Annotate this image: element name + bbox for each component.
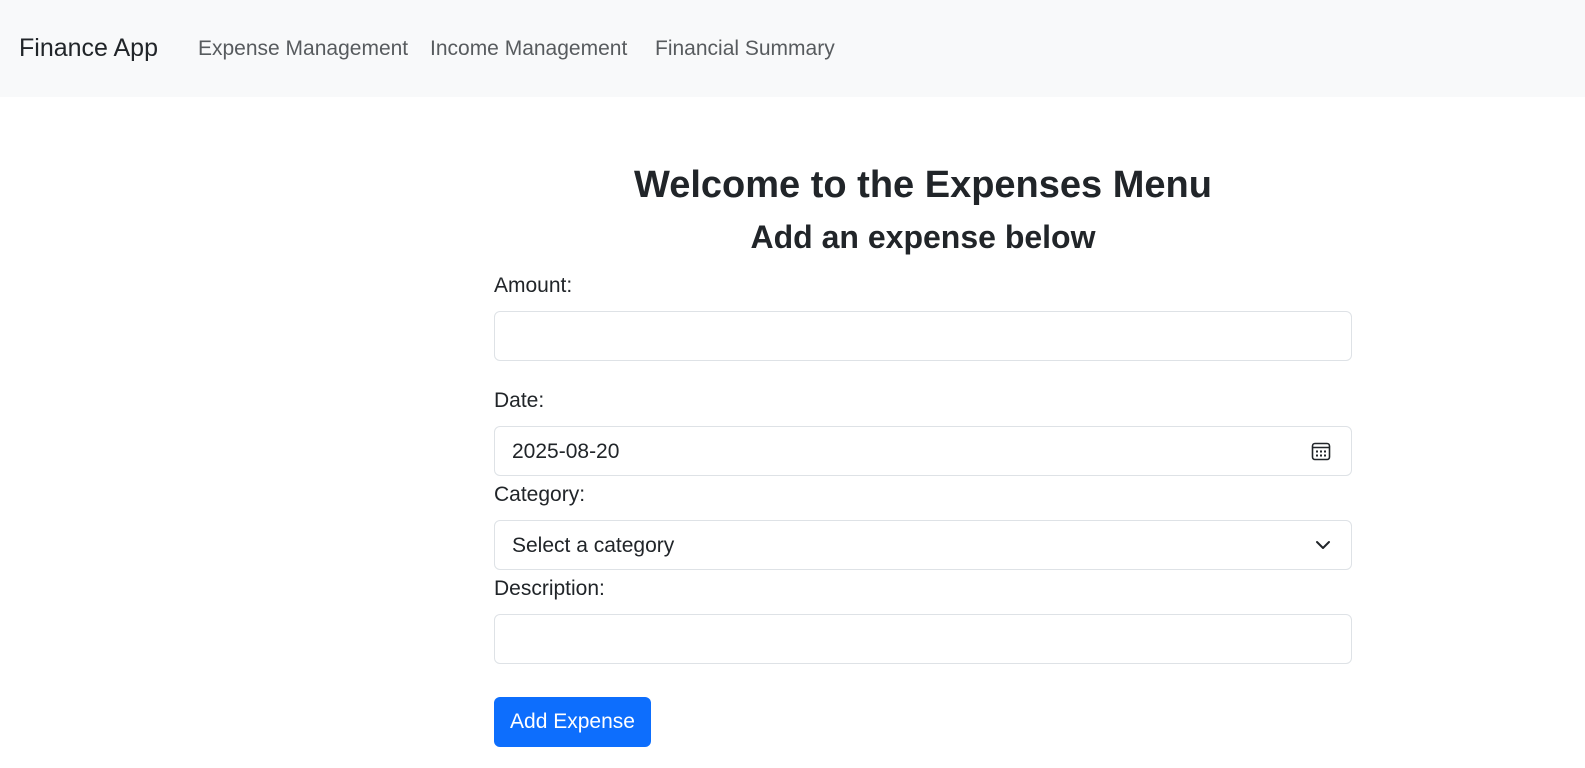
amount-label: Amount: <box>494 274 573 297</box>
nav-income-management[interactable]: Income Management <box>430 36 627 62</box>
page-subtitle: Add an expense below <box>750 219 1096 255</box>
nav-financial-summary[interactable]: Financial Summary <box>655 36 835 62</box>
category-select[interactable]: Select a category <box>494 520 1352 570</box>
description-input[interactable] <box>494 614 1352 664</box>
date-input[interactable]: 2025-08-20 <box>494 426 1352 476</box>
add-expense-button[interactable]: Add Expense <box>494 697 651 747</box>
page-title: Welcome to the Expenses Menu <box>634 164 1212 206</box>
nav-expense-management[interactable]: Expense Management <box>198 36 408 62</box>
description-label: Description: <box>494 577 605 600</box>
brand-link[interactable]: Finance App <box>19 32 158 64</box>
amount-input[interactable] <box>494 311 1352 361</box>
category-label: Category: <box>494 483 586 506</box>
calendar-icon[interactable] <box>1311 441 1331 461</box>
category-selected-value: Select a category <box>512 534 675 557</box>
navbar: Finance App Expense Management Income Ma… <box>0 0 1585 97</box>
chevron-down-icon <box>1316 541 1330 549</box>
date-label: Date: <box>494 389 545 412</box>
date-value: 2025-08-20 <box>512 440 620 463</box>
